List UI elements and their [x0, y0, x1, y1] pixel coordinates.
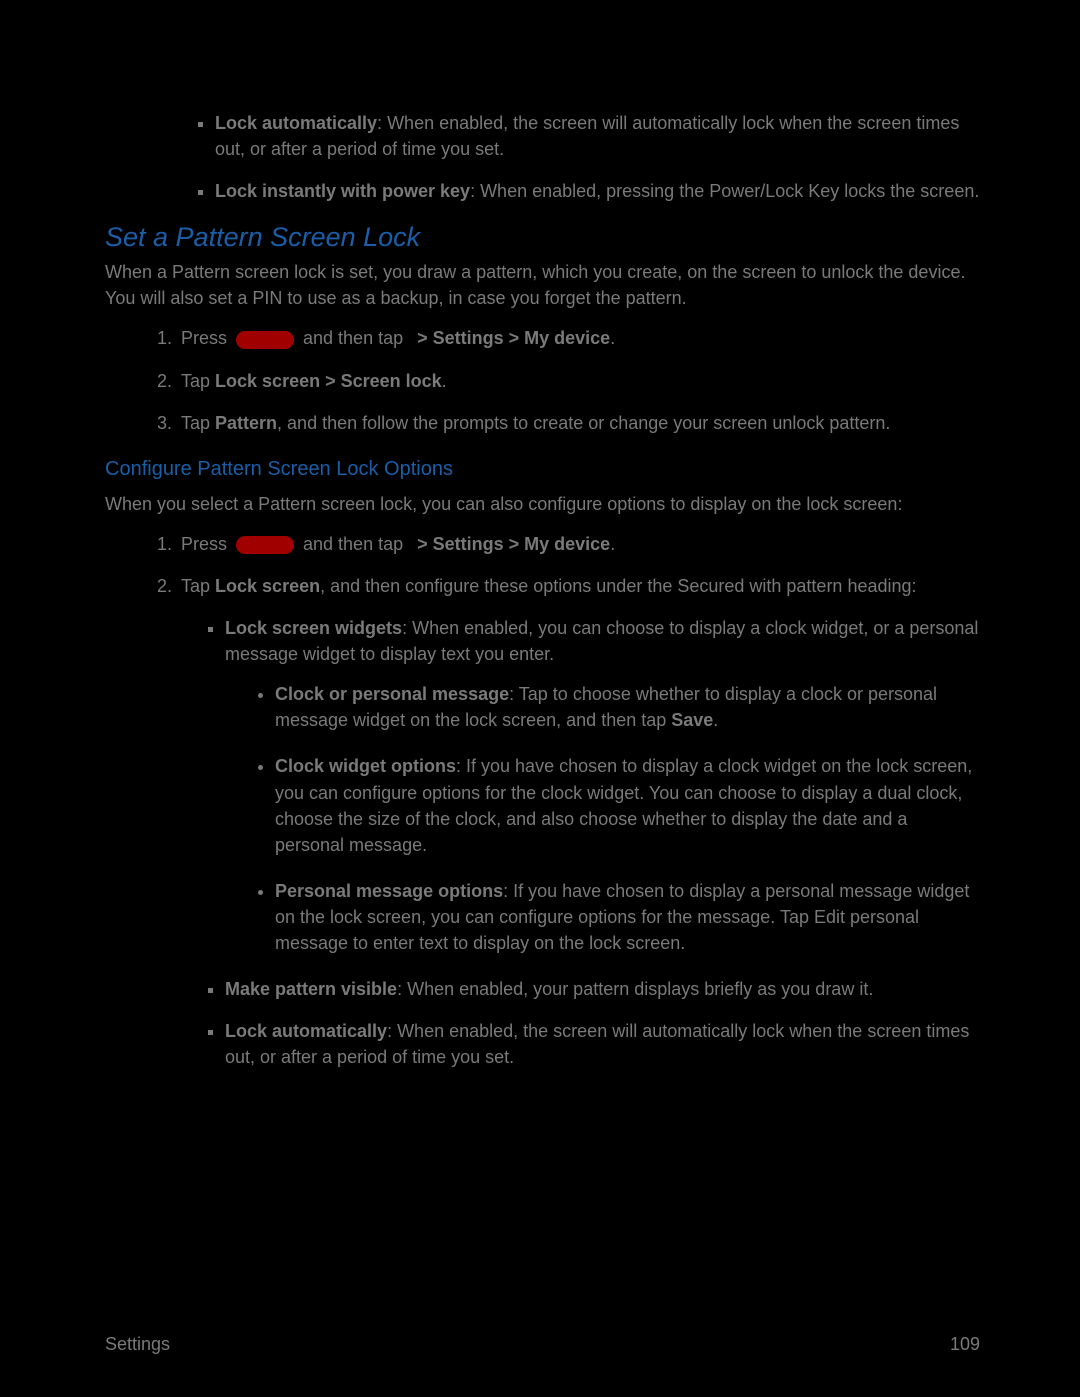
list-item: Clock widget options: If you have chosen… [275, 753, 980, 857]
text: and then tap [298, 534, 408, 554]
steps-list-1: Press and then tap > Settings > My devic… [105, 325, 980, 435]
bold-text: Lock screen [215, 576, 320, 596]
list-item: Make pattern visible: When enabled, your… [225, 976, 980, 1002]
desc: : When enabled, pressing the Power/Lock … [470, 181, 979, 201]
text: . [610, 328, 615, 348]
text: and then tap [298, 328, 408, 348]
bold-text: > Settings > My device [412, 328, 610, 348]
steps-list-2: Press and then tap > Settings > My devic… [105, 531, 980, 1071]
document-page: Lock automatically: When enabled, the sc… [0, 0, 1080, 1397]
list-item: Lock automatically: When enabled, the sc… [215, 110, 980, 162]
section-intro: When a Pattern screen lock is set, you d… [105, 259, 980, 311]
list-item: Lock screen widgets: When enabled, you c… [225, 615, 980, 956]
text: , and then configure these options under… [320, 576, 916, 596]
text: Press [181, 534, 232, 554]
page-footer: Settings 109 [105, 1334, 980, 1355]
step-item: Tap Pattern, and then follow the prompts… [177, 410, 980, 436]
home-key-icon [236, 536, 294, 554]
subsection-heading-configure: Configure Pattern Screen Lock Options [105, 458, 980, 481]
step-item: Press and then tap > Settings > My devic… [177, 531, 980, 557]
list-item: Clock or personal message: Tap to choose… [275, 681, 980, 733]
text: . [610, 534, 615, 554]
term: Lock screen widgets [225, 618, 402, 638]
term: Clock or personal message [275, 684, 509, 704]
options-list: Lock screen widgets: When enabled, you c… [181, 615, 980, 1070]
footer-section: Settings [105, 1334, 170, 1355]
bold-text: Pattern [215, 413, 277, 433]
footer-page-number: 109 [950, 1334, 980, 1355]
text: . [713, 710, 718, 730]
term: Lock instantly with power key [215, 181, 470, 201]
text: Tap [181, 576, 215, 596]
list-item: Lock instantly with power key: When enab… [215, 178, 980, 204]
step-item: Tap Lock screen, and then configure thes… [177, 573, 980, 1070]
term: Lock automatically [215, 113, 377, 133]
list-item: Personal message options: If you have ch… [275, 878, 980, 956]
bold-text: > Settings > My device [412, 534, 610, 554]
text: Press [181, 328, 232, 348]
step-item: Tap Lock screen > Screen lock. [177, 368, 980, 394]
text: Tap [181, 371, 215, 391]
term: Make pattern visible [225, 979, 397, 999]
term: Personal message options [275, 881, 503, 901]
top-bullet-list: Lock automatically: When enabled, the sc… [105, 110, 980, 204]
home-key-icon [236, 331, 294, 349]
section-heading-pattern: Set a Pattern Screen Lock [105, 222, 980, 253]
term: Lock automatically [225, 1021, 387, 1041]
list-item: Lock automatically: When enabled, the sc… [225, 1018, 980, 1070]
term: Clock widget options [275, 756, 456, 776]
bold-text: Lock screen > Screen lock [215, 371, 442, 391]
bold-text: Save [671, 710, 713, 730]
sub-options-list: Clock or personal message: Tap to choose… [225, 681, 980, 956]
desc: : When enabled, your pattern displays br… [397, 979, 873, 999]
text: , and then follow the prompts to create … [277, 413, 890, 433]
subsection-intro: When you select a Pattern screen lock, y… [105, 491, 980, 517]
step-item: Press and then tap > Settings > My devic… [177, 325, 980, 351]
text: Tap [181, 413, 215, 433]
text: . [442, 371, 447, 391]
